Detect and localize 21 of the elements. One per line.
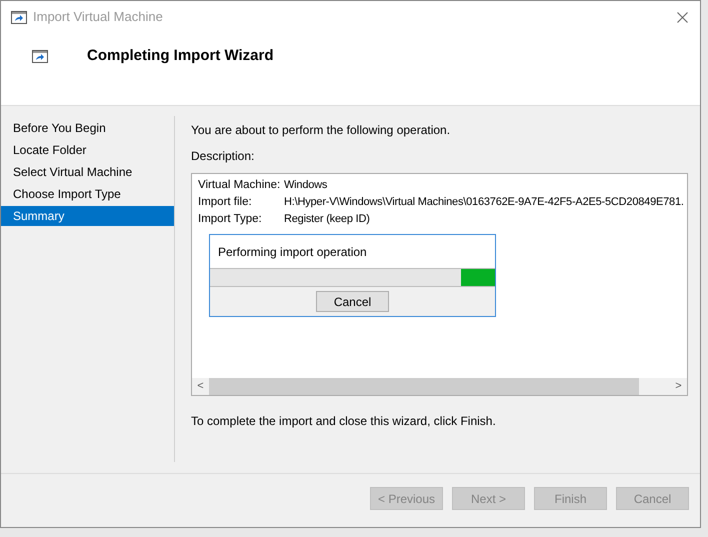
field-label: Import Type: [198,212,263,227]
field-value: Register (keep ID) [284,212,370,228]
wizard-step[interactable]: Locate Folder [1,140,174,160]
wizard-step[interactable]: Choose Import Type [1,184,174,204]
wizard-step[interactable]: Select Virtual Machine [1,162,174,182]
wizard-step[interactable]: Before You Begin [1,118,174,138]
cancel-button[interactable]: Cancel [316,291,389,312]
field-label: Virtual Machine: [198,178,282,193]
close-icon[interactable] [677,12,688,22]
description-label: Description: [191,148,256,165]
field-label: Import file: [198,194,253,210]
wizard-step[interactable]: Summary [1,206,174,226]
scroll-left-button[interactable]: < [192,378,209,395]
scroll-right-button[interactable]: > [670,378,687,395]
wizard-heading: Completing Import Wizard [87,46,274,66]
window-title: Import Virtual Machine [33,8,163,26]
field-value: H:\Hyper-V\Windows\Virtual Machines\0163762E-9A7E-42F5-A2E5-5CD20849E781. [284,195,684,210]
intro-text: You are about to perform the following operation. [191,122,452,139]
footer-instruction: To complete the import and close this wizard, click Finish. [191,413,497,430]
field-value: Windows [284,178,328,194]
progress-title: Performing import operation [218,244,368,261]
